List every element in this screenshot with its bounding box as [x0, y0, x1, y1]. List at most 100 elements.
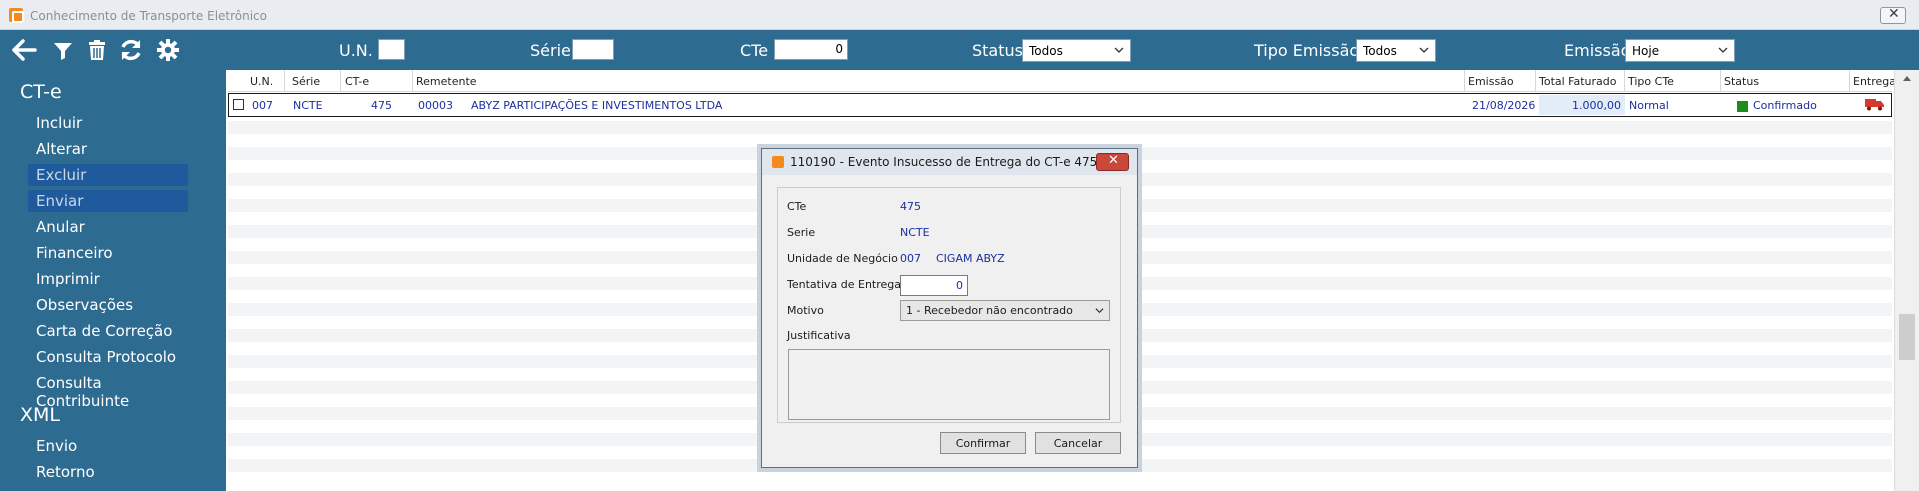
- toolbar: U.N. Série CTe 0 Status Todos Tipo Emiss…: [0, 30, 1919, 70]
- cell-cte: 475: [371, 99, 392, 112]
- filter-icon[interactable]: [50, 37, 76, 63]
- tentativa-entrega-label: Tentativa de Entrega: [787, 278, 902, 291]
- column-divider: [1849, 70, 1850, 92]
- column-header-cte[interactable]: CT-e: [345, 75, 369, 88]
- un-filter-input[interactable]: [378, 39, 405, 60]
- app-window: Conhecimento de Transporte Eletrônico ✕ …: [0, 0, 1919, 491]
- table-row[interactable]: 007 NCTE 475 00003 ABYZ PARTICIPAÇÕES E …: [228, 93, 1892, 117]
- sidebar-item-excluir[interactable]: Excluir: [28, 164, 188, 186]
- status-filter-label: Status: [972, 41, 1023, 60]
- tipo-emissao-filter-value: Todos: [1363, 44, 1397, 58]
- dialog-title: 110190 - Evento Insucesso de Entrega do …: [790, 155, 1098, 169]
- delivery-truck-icon[interactable]: [1865, 97, 1885, 112]
- column-divider: [1535, 70, 1536, 92]
- chevron-down-icon: [1718, 47, 1728, 53]
- column-header-total-faturado[interactable]: Total Faturado: [1539, 75, 1617, 88]
- app-logo-icon: [772, 156, 784, 168]
- column-divider: [340, 70, 341, 92]
- column-divider: [1624, 70, 1625, 92]
- sidebar-item-observacoes[interactable]: Observações: [28, 294, 188, 316]
- sidebar-item-imprimir[interactable]: Imprimir: [28, 268, 188, 290]
- cte-value: 475: [900, 200, 921, 213]
- close-icon: ✕: [1108, 153, 1119, 168]
- chevron-down-icon: [1095, 308, 1104, 314]
- column-header-un[interactable]: U.N.: [250, 75, 273, 88]
- sidebar-header-xml: XML: [20, 404, 60, 426]
- cell-remetente-code: 00003: [418, 99, 453, 112]
- sidebar-item-consulta-protocolo[interactable]: Consulta Protocolo: [28, 346, 188, 368]
- column-header-status[interactable]: Status: [1724, 75, 1759, 88]
- chevron-down-icon: [1419, 47, 1429, 53]
- column-header-entrega[interactable]: Entrega: [1853, 75, 1896, 88]
- sidebar-header-cte: CT-e: [20, 81, 62, 103]
- tipo-emissao-filter-select[interactable]: Todos: [1356, 39, 1436, 62]
- motivo-select[interactable]: 1 - Recebedor não encontrado: [900, 300, 1110, 321]
- grid-header: U.N. Série CT-e Remetente Emissão Total …: [228, 70, 1896, 92]
- confirmar-button[interactable]: Confirmar: [940, 432, 1026, 454]
- trash-icon[interactable]: [84, 37, 110, 63]
- back-arrow-icon[interactable]: [11, 37, 37, 63]
- column-header-serie[interactable]: Série: [292, 75, 320, 88]
- tipo-emissao-filter-label: Tipo Emissão: [1254, 41, 1360, 60]
- cte-filter-input[interactable]: 0: [774, 39, 848, 60]
- cancelar-button[interactable]: Cancelar: [1035, 432, 1121, 454]
- column-header-remetente[interactable]: Remetente: [416, 75, 477, 88]
- unidade-negocio-label: Unidade de Negócio: [787, 252, 898, 265]
- serie-filter-input[interactable]: [572, 39, 614, 60]
- un-filter-label: U.N.: [339, 41, 373, 60]
- window-title: Conhecimento de Transporte Eletrônico: [30, 9, 267, 23]
- cell-tipo-cte: Normal: [1629, 99, 1669, 112]
- cell-total-faturado: 1.000,00: [1572, 99, 1621, 112]
- empty-row: [228, 121, 1892, 134]
- column-divider: [1464, 70, 1465, 92]
- chevron-down-icon: [1114, 47, 1124, 53]
- emissao-filter-label: Emissão: [1564, 41, 1631, 60]
- serie-value: NCTE: [900, 226, 930, 239]
- sidebar-item-retorno[interactable]: Retorno: [28, 461, 188, 483]
- sidebar-item-consulta-contribuinte[interactable]: Consulta Contribuinte: [28, 372, 188, 410]
- refresh-icon[interactable]: [118, 37, 144, 63]
- serie-label: Serie: [787, 226, 816, 239]
- column-divider: [412, 70, 413, 92]
- sidebar: CT-e Incluir Alterar Excluir Enviar Anul…: [0, 70, 226, 491]
- sidebar-item-carta-correcao[interactable]: Carta de Correção: [28, 320, 188, 342]
- app-logo-icon: [9, 8, 24, 23]
- sidebar-item-enviar[interactable]: Enviar: [28, 190, 188, 212]
- vertical-scrollbar[interactable]: [1894, 70, 1919, 491]
- unidade-negocio-name: CIGAM ABYZ: [936, 252, 1005, 265]
- cte-label: CTe: [787, 200, 807, 213]
- scrollbar-thumb[interactable]: [1899, 314, 1915, 360]
- cell-un: 007: [252, 99, 273, 112]
- unidade-negocio-code: 007: [900, 252, 921, 265]
- column-header-emissao[interactable]: Emissão: [1468, 75, 1514, 88]
- serie-filter-label: Série: [530, 41, 571, 60]
- window-close-button[interactable]: ✕: [1880, 6, 1906, 24]
- status-filter-value: Todos: [1029, 44, 1063, 58]
- cte-filter-label: CTe: [740, 41, 769, 60]
- cell-remetente-name: ABYZ PARTICIPAÇÕES E INVESTIMENTOS LTDA: [471, 99, 723, 112]
- cell-emissao: 21/08/2026: [1472, 99, 1536, 112]
- close-icon: ✕: [1888, 6, 1900, 22]
- insucesso-entrega-dialog: 110190 - Evento Insucesso de Entrega do …: [761, 148, 1138, 468]
- cell-serie: NCTE: [293, 99, 323, 112]
- sidebar-item-anular[interactable]: Anular: [28, 216, 188, 238]
- sidebar-item-financeiro[interactable]: Financeiro: [28, 242, 188, 264]
- column-divider: [284, 70, 285, 92]
- motivo-label: Motivo: [787, 304, 824, 317]
- sidebar-item-alterar[interactable]: Alterar: [28, 138, 188, 160]
- scroll-up-icon[interactable]: [1903, 76, 1911, 81]
- sidebar-item-incluir[interactable]: Incluir: [28, 112, 188, 134]
- status-filter-select[interactable]: Todos: [1022, 39, 1131, 62]
- cell-status: Confirmado: [1753, 99, 1817, 112]
- motivo-value: 1 - Recebedor não encontrado: [906, 304, 1073, 317]
- justificativa-textarea[interactable]: [788, 349, 1110, 420]
- emissao-filter-select[interactable]: Hoje: [1625, 39, 1735, 62]
- tentativa-entrega-input[interactable]: 0: [900, 275, 968, 296]
- dialog-title-bar: 110190 - Evento Insucesso de Entrega do …: [762, 149, 1137, 175]
- sidebar-item-envio[interactable]: Envio: [28, 435, 188, 457]
- dialog-close-button[interactable]: ✕: [1096, 153, 1129, 171]
- column-header-tipo-cte[interactable]: Tipo CTe: [1628, 75, 1674, 88]
- gear-icon[interactable]: [155, 37, 181, 63]
- row-checkbox[interactable]: [233, 99, 244, 110]
- emissao-filter-value: Hoje: [1632, 44, 1660, 58]
